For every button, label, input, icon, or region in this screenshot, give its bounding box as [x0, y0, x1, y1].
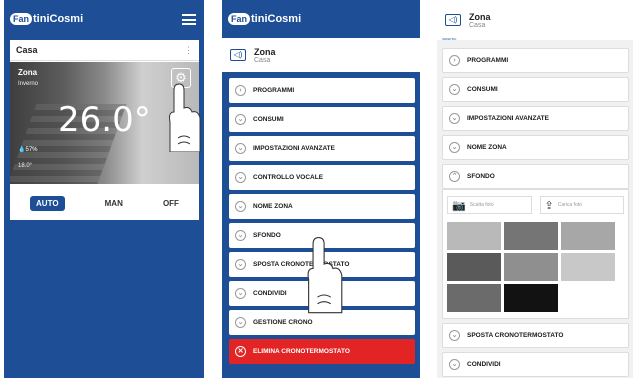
menu-item-impostazioni-avanzate[interactable]: ⌄ IMPOSTAZIONI AVANZATE [229, 136, 415, 161]
zone-header: ◁) INDIETRO Zona Casa [222, 38, 420, 76]
brand-logo-text: tiniCosmi [33, 13, 84, 25]
back-icon[interactable]: ◁) [445, 14, 461, 26]
card-title: Casa [16, 45, 38, 55]
chevron-down-icon: ⌄ [235, 201, 246, 212]
screen-zone-menu: Fan tiniCosmi ◁) INDIETRO Zona Casa › PROG… [222, 0, 420, 378]
brand-logo-text: tiniCosmi [251, 13, 302, 25]
menu-item-nome-zona[interactable]: ⌄ NOME ZONA [442, 135, 629, 160]
menu-item-impostazioni-avanzate[interactable]: ⌄ IMPOSTAZIONI AVANZATE [442, 106, 629, 131]
chevron-right-icon: › [235, 85, 246, 96]
zone-subtitle: Casa [254, 56, 271, 64]
delete-thermostat-button[interactable]: ✕ ELIMINA CRONOTERMOSTATO [229, 339, 415, 364]
menu-item-sposta-cronotermostato[interactable]: ⌄ SPOSTA CRONOTERMOSTATO [442, 323, 629, 348]
background-thumbnails [447, 222, 624, 312]
zone-header: ◁) INDIETRO Zona Casa [437, 0, 633, 41]
chevron-down-icon: ⌄ [235, 143, 246, 154]
chevron-right-icon: › [449, 55, 460, 66]
humidity-text: 57% [25, 147, 38, 153]
brand-logo-badge: Fan [228, 13, 251, 25]
screen-background-picker: ◁) INDIETRO Zona Casa › PROGRAMMI ⌄ CONSUM… [437, 0, 633, 378]
menu-item-programmi[interactable]: › PROGRAMMI [442, 48, 629, 73]
upload-icon: ⇪ [544, 199, 554, 212]
chevron-down-icon: ⌄ [235, 288, 246, 299]
back-label: INDIETRO [227, 72, 242, 76]
menu-item-condividi[interactable]: ⌄ CONDIVIDI [442, 352, 629, 377]
background-thumbnail[interactable] [504, 222, 558, 250]
back-icon[interactable]: ◁) [230, 49, 246, 61]
tap-hand-icon [169, 83, 201, 152]
zone-menu-list: › PROGRAMMI ⌄ CONSUMI ⌄ IMPOSTAZIONI AVANZA… [442, 48, 629, 378]
chevron-down-icon: ⌄ [449, 84, 460, 95]
mode-selector: AUTO MAN OFF [10, 188, 199, 218]
background-thumbnail[interactable] [504, 253, 558, 281]
menu-item-nome-zona[interactable]: ⌄ NOME ZONA [229, 194, 415, 219]
background-thumbnail[interactable] [561, 253, 615, 281]
zone-subtitle: Casa [469, 21, 486, 29]
chevron-down-icon: ⌄ [449, 359, 460, 370]
chevron-down-icon: ⌄ [235, 317, 246, 328]
take-photo-button[interactable]: 📷 Scatta foto [447, 196, 532, 214]
chevron-down-icon: ⌄ [449, 330, 460, 341]
mode-auto-button[interactable]: AUTO [30, 195, 65, 211]
close-icon: ✕ [235, 346, 246, 357]
mode-off-button[interactable]: OFF [163, 199, 179, 208]
chevron-down-icon: ⌄ [235, 230, 246, 241]
back-label: INDIETRO [442, 37, 457, 41]
menu-item-consumi[interactable]: ⌄ CONSUMI [442, 77, 629, 102]
brand-logo-badge: Fan [10, 13, 33, 25]
zone-menu-list: › PROGRAMMI ⌄ CONSUMI ⌄ IMPOSTAZIONI AVANZA… [229, 78, 415, 368]
humidity-value: 💧57% [18, 146, 38, 153]
external-temperature: 18.0° [18, 163, 33, 169]
zone-title: Zona [254, 46, 276, 57]
tap-hand-icon [307, 236, 343, 314]
background-thumbnail[interactable] [447, 253, 501, 281]
menu-item-programmi[interactable]: › PROGRAMMI [229, 78, 415, 103]
temperature-value: 26.0° [58, 100, 151, 140]
menu-item-controllo-vocale[interactable]: ⌄ CONTROLLO VOCALE [229, 165, 415, 190]
brand-logo: Fan tiniCosmi [228, 10, 301, 28]
screen-zone-overview: Fan tiniCosmi Casa ⋮ Zona Inverno 26.0° 💧… [4, 0, 204, 378]
brand-logo: Fan tiniCosmi [10, 10, 83, 28]
chevron-up-icon: ⌃ [449, 171, 460, 182]
background-thumbnail[interactable] [504, 284, 558, 312]
camera-icon: 📷 [452, 199, 466, 212]
mode-man-button[interactable]: MAN [105, 199, 123, 208]
kebab-icon[interactable]: ⋮ [184, 45, 193, 56]
menu-item-sfondo[interactable]: ⌃ SFONDO [442, 164, 629, 189]
background-picker: 📷 Scatta foto ⇪ Carica foto [442, 189, 629, 319]
zone-title: Zona [469, 11, 491, 22]
background-thumbnail[interactable] [561, 222, 615, 250]
zone-name: Zona [18, 68, 38, 77]
upload-photo-button[interactable]: ⇪ Carica foto [539, 196, 624, 214]
chevron-down-icon: ⌄ [235, 172, 246, 183]
hamburger-menu-icon[interactable] [182, 14, 196, 25]
chevron-down-icon: ⌄ [235, 259, 246, 270]
chevron-down-icon: ⌄ [449, 113, 460, 124]
menu-item-consumi[interactable]: ⌄ CONSUMI [229, 107, 415, 132]
background-thumbnail[interactable] [447, 284, 501, 312]
chevron-down-icon: ⌄ [235, 114, 246, 125]
background-thumbnail[interactable] [447, 222, 501, 250]
season-label: Inverno [18, 81, 39, 87]
chevron-down-icon: ⌄ [449, 142, 460, 153]
